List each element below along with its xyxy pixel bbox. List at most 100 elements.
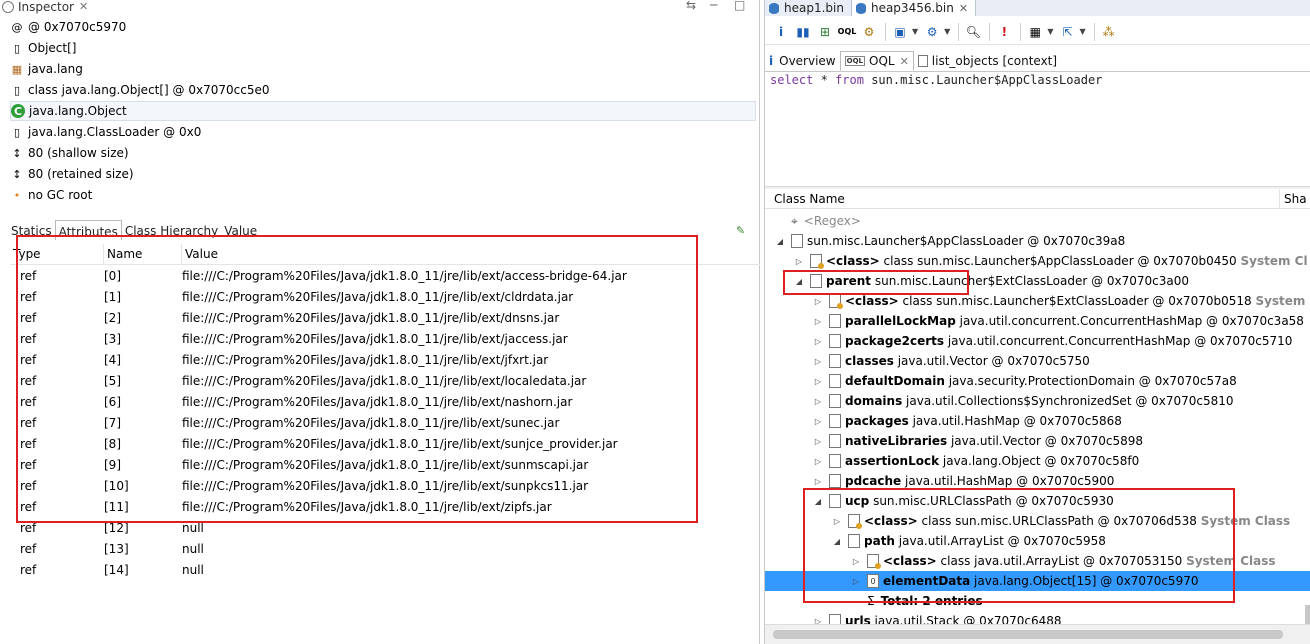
table-row[interactable]: ref [14] null: [10, 559, 760, 580]
collapsed-arrow-icon[interactable]: ▷: [813, 337, 823, 346]
tree-node[interactable]: ◢ parent sun.misc.Launcher$ExtClassLoader…: [765, 271, 1310, 291]
export-icon[interactable]: ⇱: [1057, 22, 1077, 42]
inspector-info-row[interactable]: ▯ Object[]: [10, 38, 756, 58]
tree-node[interactable]: ▷ package2certs java.util.concurrent.Conc…: [765, 331, 1310, 351]
inspector-info-row[interactable]: ▯ java.lang.ClassLoader @ 0x0: [10, 122, 756, 142]
calculator-icon[interactable]: ▦: [1025, 22, 1045, 42]
tree-node[interactable]: ▷ <class> class sun.misc.Launcher$ExtClas…: [765, 291, 1310, 311]
inspector-tab[interactable]: Inspector ✕: [0, 0, 88, 14]
collapsed-arrow-icon[interactable]: ▷: [813, 377, 823, 386]
tab-statics[interactable]: Statics: [8, 220, 55, 240]
tree-node[interactable]: ▷ <class> class java.util.ArrayList @ 0x7…: [765, 551, 1310, 571]
tab-heap1[interactable]: heap1.bin: [765, 0, 851, 16]
table-row[interactable]: ref [12] null: [10, 517, 760, 538]
table-row[interactable]: ref [10] file:///C:/Program%20Files/Java/j…: [10, 475, 760, 496]
close-icon[interactable]: ✕: [959, 2, 968, 15]
table-row[interactable]: ref [6] file:///C:/Program%20Files/Java/jd…: [10, 391, 760, 412]
inspector-info-row[interactable]: ▦ java.lang: [10, 59, 756, 79]
histogram-icon[interactable]: ▮▮: [793, 22, 813, 42]
maximize-icon[interactable]: □: [734, 0, 745, 12]
sync-icon[interactable]: ⇆: [686, 0, 696, 12]
pin-icon[interactable]: ✎: [736, 224, 745, 237]
collapsed-arrow-icon[interactable]: ▷: [851, 577, 861, 586]
inspector-info-row[interactable]: ▯ class java.lang.Object[] @ 0x7070cc5e0: [10, 80, 756, 100]
collapsed-arrow-icon[interactable]: ▷: [813, 417, 823, 426]
query-browser-icon[interactable]: ▣: [890, 22, 910, 42]
inspector-info-row[interactable]: ↕ 80 (shallow size): [10, 143, 756, 163]
tree-node[interactable]: ▷ domains java.util.Collections$Synchroni…: [765, 391, 1310, 411]
inspector-info-row[interactable]: • no GC root: [10, 185, 756, 205]
tab-value[interactable]: Value: [221, 220, 260, 240]
table-row[interactable]: ref [8] file:///C:/Program%20Files/Java/jd…: [10, 433, 760, 454]
tab-list-objects[interactable]: list_objects [context]: [914, 51, 1061, 71]
tree-node[interactable]: ▷ nativeLibraries java.util.Vector @ 0x70…: [765, 431, 1310, 451]
close-icon[interactable]: ✕: [900, 55, 909, 68]
column-header-type[interactable]: Type: [10, 243, 104, 265]
run-icon[interactable]: !: [994, 22, 1014, 42]
table-row[interactable]: ref [4] file:///C:/Program%20Files/Java/jd…: [10, 349, 760, 370]
collapsed-arrow-icon[interactable]: ▷: [851, 557, 861, 566]
tab-heap3456[interactable]: heap3456.bin ✕: [850, 0, 977, 16]
table-row[interactable]: ref [7] file:///C:/Program%20Files/Java/jd…: [10, 412, 760, 433]
tab-oql[interactable]: OQL OQL ✕: [839, 51, 914, 71]
table-row[interactable]: ref [5] file:///C:/Program%20Files/Java/jd…: [10, 370, 760, 391]
tree-node[interactable]: ◢ ucp sun.misc.URLClassPath @ 0x7070c5930: [765, 491, 1310, 511]
tree-node[interactable]: ▷ classes java.util.Vector @ 0x7070c5750: [765, 351, 1310, 371]
collapsed-arrow-icon[interactable]: ▷: [813, 397, 823, 406]
collapsed-arrow-icon[interactable]: ▷: [813, 477, 823, 486]
tree-node[interactable]: ◢ path java.util.ArrayList @ 0x7070c5958: [765, 531, 1310, 551]
horizontal-scrollbar[interactable]: [765, 624, 1310, 644]
table-row[interactable]: ref [1] file:///C:/Program%20Files/Java/jd…: [10, 286, 760, 307]
chevron-down-icon[interactable]: ▼: [912, 27, 918, 36]
collapsed-arrow-icon[interactable]: ▷: [813, 357, 823, 366]
tab-overview[interactable]: i Overview: [765, 51, 840, 71]
inspector-info-row[interactable]: @ @ 0x7070c5970: [10, 17, 756, 37]
expanded-arrow-icon[interactable]: ◢: [832, 537, 842, 546]
chevron-down-icon[interactable]: ▼: [1047, 27, 1053, 36]
table-row[interactable]: ref [3] file:///C:/Program%20Files/Java/jd…: [10, 328, 760, 349]
table-row[interactable]: ref [0] file:///C:/Program%20Files/Java/jd…: [10, 265, 760, 286]
expanded-arrow-icon[interactable]: ◢: [775, 237, 785, 246]
minimize-icon[interactable]: ─: [710, 0, 717, 12]
collapsed-arrow-icon[interactable]: ▷: [832, 517, 842, 526]
chevron-down-icon[interactable]: ▼: [944, 27, 950, 36]
tree-node[interactable]: ◢ sun.misc.Launcher$AppClassLoader @ 0x70…: [765, 231, 1310, 251]
table-row[interactable]: ref [2] file:///C:/Program%20Files/Java/jd…: [10, 307, 760, 328]
search-icon[interactable]: 🔍︎: [963, 22, 983, 42]
tree-node[interactable]: ⌖ <Regex>: [765, 211, 1310, 231]
inspector-info-row[interactable]: Cjava.lang.Object: [10, 101, 756, 121]
group-icon[interactable]: ⁂: [1099, 22, 1119, 42]
tree-node[interactable]: ▷ packages java.util.HashMap @ 0x7070c586…: [765, 411, 1310, 431]
tree-node[interactable]: ▷ <class> class sun.misc.Launcher$AppClas…: [765, 251, 1310, 271]
table-row[interactable]: ref [9] file:///C:/Program%20Files/Java/jd…: [10, 454, 760, 475]
tab-attributes[interactable]: Attributes: [54, 220, 122, 240]
inspector-info-row[interactable]: ↕ 80 (retained size): [10, 164, 756, 184]
info-icon[interactable]: i: [771, 22, 791, 42]
collapsed-arrow-icon[interactable]: ▷: [813, 297, 823, 306]
tree-node[interactable]: ▷ pdcache java.util.HashMap @ 0x7070c5900: [765, 471, 1310, 491]
tree-node[interactable]: ▷ <class> class sun.misc.URLClassPath @ 0…: [765, 511, 1310, 531]
chevron-down-icon[interactable]: ▼: [1079, 27, 1085, 36]
close-icon[interactable]: ✕: [79, 0, 88, 13]
tree-node[interactable]: ▷ defaultDomain java.security.ProtectionD…: [765, 371, 1310, 391]
collapsed-arrow-icon[interactable]: ▷: [794, 257, 804, 266]
expanded-arrow-icon[interactable]: ◢: [813, 497, 823, 506]
dominator-tree-icon[interactable]: ⊞: [815, 22, 835, 42]
expanded-arrow-icon[interactable]: ◢: [794, 277, 804, 286]
column-header-name[interactable]: Name: [104, 243, 182, 265]
tree-node[interactable]: ▷ 0 elementData java.lang.Object[15] @ 0x7…: [765, 571, 1310, 591]
oql-query-editor[interactable]: select * from sun.misc.Launcher$AppClass…: [770, 73, 1102, 87]
vertical-scrollbar-thumb[interactable]: [1305, 605, 1310, 625]
column-header-class-name[interactable]: Class Name: [765, 188, 1280, 209]
collapsed-arrow-icon[interactable]: ▷: [813, 437, 823, 446]
tab-class-hierarchy[interactable]: Class Hierarchy: [122, 220, 221, 240]
table-row[interactable]: ref [13] null: [10, 538, 760, 559]
tree-node[interactable]: ▷ parallelLockMap java.util.concurrent.Co…: [765, 311, 1310, 331]
collapsed-arrow-icon[interactable]: ▷: [813, 317, 823, 326]
column-header-shallow-heap[interactable]: Sha: [1280, 192, 1307, 206]
column-header-value[interactable]: Value: [182, 244, 760, 265]
tree-node[interactable]: Σ Total: 2 entries: [765, 591, 1310, 611]
oql-icon[interactable]: OQL: [837, 22, 857, 42]
gear-icon[interactable]: ⚙: [859, 22, 879, 42]
table-row[interactable]: ref [11] file:///C:/Program%20Files/Java/j…: [10, 496, 760, 517]
